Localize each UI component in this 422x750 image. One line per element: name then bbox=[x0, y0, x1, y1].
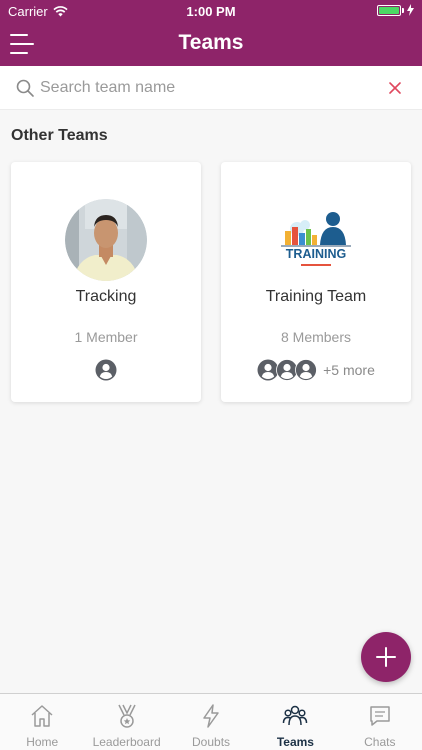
tab-label: Doubts bbox=[192, 735, 231, 749]
battery-icon bbox=[377, 4, 401, 16]
tab-bar: Home Leaderboard Doubts Teams Chats bbox=[0, 693, 422, 750]
search-bar bbox=[0, 66, 422, 110]
tab-teams[interactable]: Teams bbox=[253, 694, 337, 750]
team-avatar bbox=[65, 199, 147, 281]
tab-label: Leaderboard bbox=[92, 735, 161, 749]
section-title: Other Teams bbox=[11, 127, 108, 144]
status-time: 1:00 PM bbox=[186, 4, 236, 19]
member-count: 1 Member bbox=[74, 329, 138, 345]
user-avatar-icon bbox=[295, 359, 318, 381]
member-count: 8 Members bbox=[280, 329, 352, 345]
search-input[interactable] bbox=[40, 75, 370, 101]
home-icon bbox=[31, 705, 53, 727]
tab-chats[interactable]: Chats bbox=[338, 694, 422, 750]
battery-indicator bbox=[377, 4, 414, 16]
tab-label: Chats bbox=[364, 735, 396, 749]
tab-label: Home bbox=[26, 735, 59, 749]
page-title: Teams bbox=[178, 31, 244, 54]
person-photo-icon bbox=[65, 199, 147, 281]
tab-label: Teams bbox=[276, 735, 314, 749]
user-avatar-icon bbox=[95, 359, 117, 381]
more-members-label: +5 more bbox=[323, 362, 375, 378]
add-team-button[interactable] bbox=[361, 632, 411, 682]
training-logo-image: TRAINING bbox=[275, 199, 357, 281]
training-logo-text: TRAINING bbox=[286, 247, 346, 261]
search-icon bbox=[16, 79, 34, 97]
chat-icon bbox=[370, 706, 390, 726]
team-card-tracking[interactable]: Tracking 1 Member bbox=[11, 162, 201, 402]
tab-home[interactable]: Home bbox=[0, 694, 84, 750]
member-avatars: +5 more bbox=[221, 359, 411, 381]
group-icon bbox=[283, 705, 308, 726]
team-name: Tracking bbox=[75, 288, 137, 305]
navigation-bar: Teams bbox=[0, 22, 422, 66]
medal-icon bbox=[117, 704, 136, 728]
team-card-training-team[interactable]: TRAINING Training Team 8 Members +5 more bbox=[221, 162, 411, 402]
status-bar: Carrier 1:00 PM bbox=[0, 0, 422, 22]
tab-doubts[interactable]: Doubts bbox=[169, 694, 253, 750]
team-avatar: TRAINING bbox=[275, 199, 357, 281]
charging-bolt-icon bbox=[407, 4, 414, 16]
member-avatars bbox=[11, 359, 201, 381]
lightning-icon bbox=[203, 704, 219, 728]
tab-leaderboard[interactable]: Leaderboard bbox=[84, 694, 168, 750]
clear-search-icon[interactable] bbox=[387, 80, 403, 96]
team-name: Training Team bbox=[265, 288, 367, 305]
